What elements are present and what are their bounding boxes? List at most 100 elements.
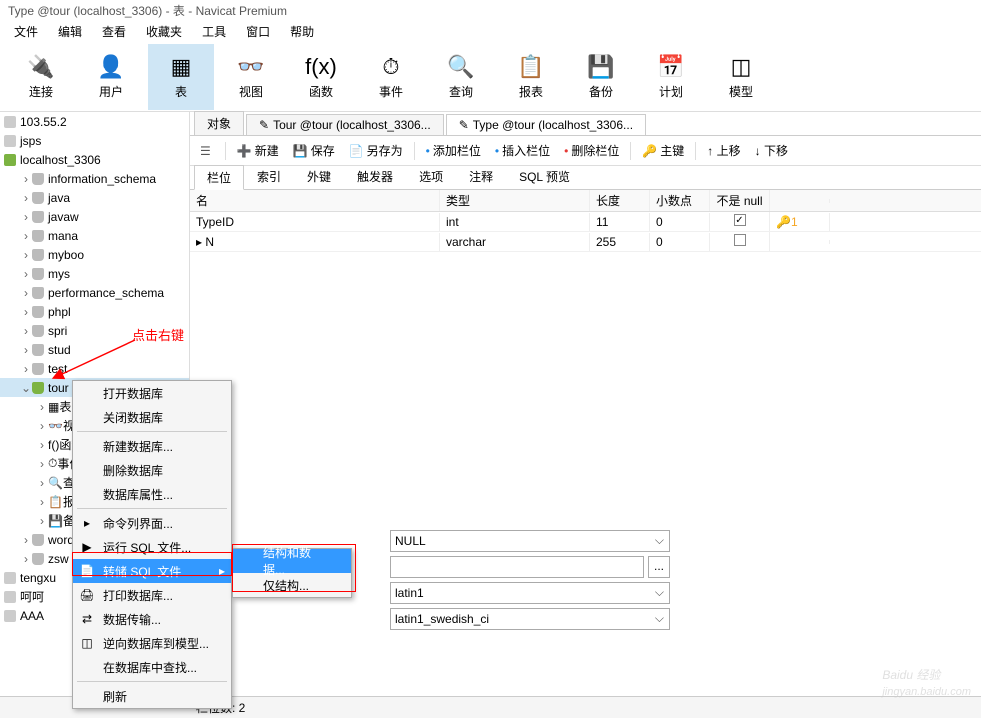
ctx-item[interactable]: 📄转储 SQL 文件▸ bbox=[73, 559, 231, 583]
tab-icon: ✎ bbox=[259, 118, 269, 132]
连接-icon: 🔌 bbox=[25, 53, 57, 81]
menu-工具[interactable]: 工具 bbox=[192, 21, 236, 42]
ctx-item[interactable]: 数据库属性... bbox=[73, 482, 231, 506]
table-row[interactable]: TypeIDint110🔑1 bbox=[190, 212, 981, 232]
ctx-icon: 📄 bbox=[79, 564, 95, 578]
btn-icon: • bbox=[426, 144, 430, 158]
subtab-索引[interactable]: 索引 bbox=[244, 164, 294, 189]
tool-查询[interactable]: 🔍查询 bbox=[428, 44, 494, 110]
ctx-item[interactable]: ▶运行 SQL 文件... bbox=[73, 535, 231, 559]
menu-文件[interactable]: 文件 bbox=[4, 21, 48, 42]
toolbar-btn-删除栏位[interactable]: •删除栏位 bbox=[558, 139, 625, 162]
subtab-注释[interactable]: 注释 bbox=[456, 164, 506, 189]
main-toolbar: 🔌连接👤用户▦表👓视图f(x)函数⏱事件🔍查询📋报表💾备份📅计划◫模型 bbox=[0, 42, 981, 112]
menu-帮助[interactable]: 帮助 bbox=[280, 21, 324, 42]
menu-收藏夹[interactable]: 收藏夹 bbox=[136, 21, 192, 42]
模型-icon: ◫ bbox=[725, 53, 757, 81]
subtab-触发器[interactable]: 触发器 bbox=[344, 164, 406, 189]
ctx-item[interactable]: ◫逆向数据库到模型... bbox=[73, 631, 231, 655]
col-header[interactable]: 类型 bbox=[440, 190, 590, 211]
tree-item[interactable]: 103.55.2 bbox=[0, 112, 189, 131]
表-icon: ▦ bbox=[165, 53, 197, 81]
toolbar-btn-插入栏位[interactable]: •插入栏位 bbox=[489, 139, 556, 162]
tool-计划[interactable]: 📅计划 bbox=[638, 44, 704, 110]
context-menu[interactable]: 打开数据库关闭数据库新建数据库...删除数据库数据库属性... ▸命令列界面...… bbox=[72, 380, 232, 709]
field-properties: ... bbox=[390, 530, 670, 634]
col-header[interactable]: 小数点 bbox=[650, 190, 710, 211]
subtab-SQL 预览[interactable]: SQL 预览 bbox=[506, 164, 583, 189]
tree-item[interactable]: ›myboo bbox=[0, 245, 189, 264]
tool-备份[interactable]: 💾备份 bbox=[568, 44, 634, 110]
ctx-submenu-item[interactable]: 结构和数据... bbox=[233, 549, 351, 573]
tree-item[interactable]: ›information_schema bbox=[0, 169, 189, 188]
ctx-item[interactable]: ▸命令列界面... bbox=[73, 511, 231, 535]
col-header[interactable]: 不是 null bbox=[710, 190, 770, 211]
table-row[interactable]: ▸ Nvarchar2550 bbox=[190, 232, 981, 252]
menu-bar: 文件编辑查看收藏夹工具窗口帮助 bbox=[0, 20, 981, 42]
col-header[interactable] bbox=[770, 199, 830, 203]
col-header[interactable]: 名 bbox=[190, 190, 440, 211]
tool-表[interactable]: ▦表 bbox=[148, 44, 214, 110]
toolbar-btn-主键[interactable]: 🔑主键 bbox=[636, 139, 690, 162]
toolbar-btn-添加栏位[interactable]: •添加栏位 bbox=[420, 139, 487, 162]
menu-窗口[interactable]: 窗口 bbox=[236, 21, 280, 42]
btn-icon: • bbox=[495, 144, 499, 158]
tool-视图[interactable]: 👓视图 bbox=[218, 44, 284, 110]
subtab-选项[interactable]: 选项 bbox=[406, 164, 456, 189]
watermark: Baidu 经验 jingyan.baidu.com bbox=[882, 654, 971, 698]
browse-button[interactable]: ... bbox=[648, 556, 670, 578]
toolbar-btn-另存为[interactable]: 📄另存为 bbox=[343, 139, 409, 162]
ctx-icon: ▸ bbox=[79, 516, 95, 530]
ctx-submenu-item[interactable]: 仅结构... bbox=[233, 573, 351, 597]
ctx-item[interactable]: 新建数据库... bbox=[73, 434, 231, 458]
default-value-select[interactable] bbox=[390, 530, 670, 552]
ctx-item[interactable]: 关闭数据库 bbox=[73, 405, 231, 429]
subtab-外键[interactable]: 外键 bbox=[294, 164, 344, 189]
ctx-item[interactable]: 刷新 bbox=[73, 684, 231, 708]
tree-item[interactable]: ›mana bbox=[0, 226, 189, 245]
ctx-item[interactable]: 打开数据库 bbox=[73, 381, 231, 405]
tab[interactable]: ✎Type @tour (localhost_3306... bbox=[446, 114, 646, 135]
table-toolbar: ☰ ➕新建💾保存📄另存为 •添加栏位•插入栏位•删除栏位 🔑主键 ↑ 上移↓ 下移 bbox=[190, 136, 981, 166]
tree-item[interactable]: ›java bbox=[0, 188, 189, 207]
tool-连接[interactable]: 🔌连接 bbox=[8, 44, 74, 110]
toolbar-btn-保存[interactable]: 💾保存 bbox=[287, 139, 341, 162]
menu-编辑[interactable]: 编辑 bbox=[48, 21, 92, 42]
toolbar-btn-0[interactable]: ☰ bbox=[194, 141, 220, 161]
annotation-arrow bbox=[50, 335, 140, 385]
toolbar-btn-↓ 下移[interactable]: ↓ 下移 bbox=[749, 139, 794, 162]
备份-icon: 💾 bbox=[585, 53, 617, 81]
property-input[interactable] bbox=[390, 556, 644, 578]
notnull-checkbox[interactable] bbox=[734, 214, 746, 226]
ctx-icon: ⇄ bbox=[79, 612, 95, 626]
tab[interactable]: 对象 bbox=[194, 111, 244, 135]
tree-item[interactable]: jsps bbox=[0, 131, 189, 150]
collation-select[interactable] bbox=[390, 608, 670, 630]
charset-select[interactable] bbox=[390, 582, 670, 604]
tool-用户[interactable]: 👤用户 bbox=[78, 44, 144, 110]
tool-函数[interactable]: f(x)函数 bbox=[288, 44, 354, 110]
ctx-item[interactable]: ⇄数据传输... bbox=[73, 607, 231, 631]
tree-item[interactable]: ›javaw bbox=[0, 207, 189, 226]
tool-报表[interactable]: 📋报表 bbox=[498, 44, 564, 110]
tool-模型[interactable]: ◫模型 bbox=[708, 44, 774, 110]
menu-查看[interactable]: 查看 bbox=[92, 21, 136, 42]
btn-icon: 💾 bbox=[293, 144, 308, 158]
tree-item[interactable]: ›performance_schema bbox=[0, 283, 189, 302]
tree-item[interactable]: ›mys bbox=[0, 264, 189, 283]
context-submenu[interactable]: 结构和数据...仅结构... bbox=[232, 548, 352, 598]
tab[interactable]: ✎Tour @tour (localhost_3306... bbox=[246, 114, 444, 135]
tree-item[interactable]: localhost_3306 bbox=[0, 150, 189, 169]
col-header[interactable]: 长度 bbox=[590, 190, 650, 211]
ctx-item[interactable]: 在数据库中查找... bbox=[73, 655, 231, 679]
tool-事件[interactable]: ⏱事件 bbox=[358, 44, 424, 110]
toolbar-btn-新建[interactable]: ➕新建 bbox=[231, 139, 285, 162]
toolbar-btn-↑ 上移[interactable]: ↑ 上移 bbox=[701, 139, 746, 162]
ctx-item[interactable]: 🖨打印数据库... bbox=[73, 583, 231, 607]
notnull-checkbox[interactable] bbox=[734, 234, 746, 246]
ctx-item[interactable]: 删除数据库 bbox=[73, 458, 231, 482]
事件-icon: ⏱ bbox=[375, 53, 407, 81]
报表-icon: 📋 bbox=[515, 53, 547, 81]
tree-item[interactable]: ›phpl bbox=[0, 302, 189, 321]
subtab-栏位[interactable]: 栏位 bbox=[194, 165, 244, 190]
